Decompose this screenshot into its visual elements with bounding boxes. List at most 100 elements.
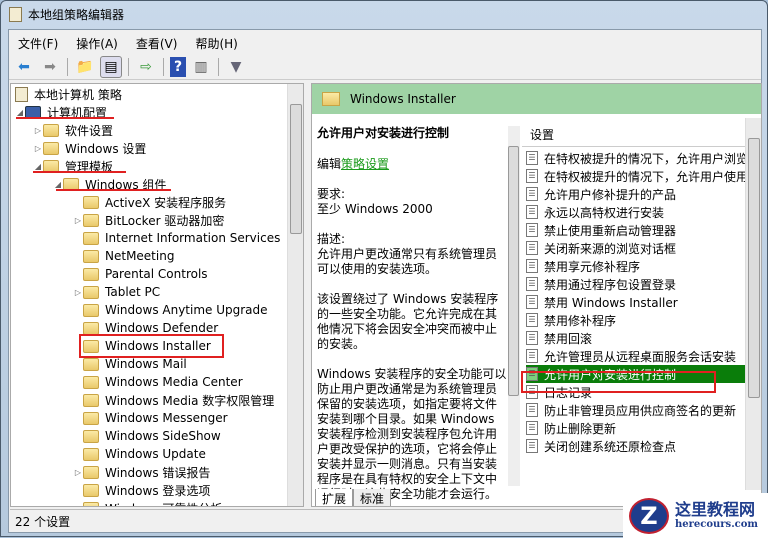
setting-row[interactable]: ☰ 防止删除更新 (526, 419, 748, 437)
setting-row[interactable]: ☰ 禁用修补程序 (526, 311, 748, 329)
folder-icon (83, 213, 99, 227)
tree-item-label: Windows 设置 (65, 141, 147, 156)
description-label: 描述: (317, 232, 346, 246)
export-list-icon[interactable]: ⇨ (135, 56, 157, 78)
setting-row[interactable]: ☰ 允许管理员从远程桌面服务会话安装 (526, 347, 748, 365)
tree-item-label: Windows Defender (105, 321, 219, 335)
pane-header: Windows Installer (312, 84, 761, 114)
collapsed-arrow-icon[interactable]: ▷ (73, 216, 83, 225)
tree-item[interactable]: ▷ BitLocker 驱动器加密 (73, 211, 224, 229)
help-icon[interactable]: ? (170, 56, 186, 77)
scroll-thumb[interactable] (508, 146, 519, 396)
tab-extended[interactable]: 扩展 (315, 489, 354, 506)
folder-icon (83, 447, 99, 461)
settings-list: ☰ 在特权被提升的情况下，允许用户浏览 ☰ 在特权被提升的情况下，允许用户使用 ☰ 允许用… (522, 146, 748, 504)
back-icon[interactable]: ⬅ (13, 56, 35, 78)
settings-scrollbar[interactable] (745, 118, 761, 490)
tree-item[interactable]: Windows 登录选项 (73, 481, 210, 499)
folder-icon (43, 123, 59, 137)
tree-item-label: Windows Mail (105, 357, 187, 371)
tree-item[interactable]: ▷ Windows 设置 (33, 139, 146, 157)
setting-row[interactable]: ☰ 永远以高特权进行安装 (526, 203, 748, 221)
edit-policy-link[interactable]: 策略设置 (341, 157, 389, 171)
tree-item[interactable]: ▷ Tablet PC (73, 283, 160, 301)
setting-row[interactable]: ☰ 禁用回滚 (526, 329, 748, 347)
tree-item[interactable]: Windows Messenger (73, 409, 228, 427)
collapsed-arrow-icon[interactable]: ▷ (73, 288, 83, 297)
setting-row[interactable]: ☰ 禁止使用重新启动管理器 (526, 221, 748, 239)
menu-file[interactable]: 文件(F) (9, 32, 67, 52)
divider (128, 57, 129, 76)
requirements-label: 要求: (317, 187, 346, 201)
policy-setting-icon: ☰ (526, 223, 538, 237)
tree-item[interactable]: Windows Update (73, 445, 206, 463)
folder-icon (83, 303, 99, 317)
policy-setting-icon: ☰ (526, 349, 538, 363)
policy-setting-icon: ☰ (526, 205, 538, 219)
description-scrollbar[interactable] (508, 126, 520, 486)
setting-row[interactable]: ☰ 禁用享元修补程序 (526, 257, 748, 275)
setting-label: 在特权被提升的情况下，允许用户使用 (544, 169, 748, 184)
toolbar: ⬅ ➡ 📁 ▤ ⇨ ? ▥ ▼ (9, 54, 761, 80)
policy-setting-icon: ☰ (526, 313, 538, 327)
scroll-thumb[interactable] (290, 104, 302, 234)
folder-icon (43, 141, 59, 155)
collapsed-arrow-icon[interactable]: ▷ (73, 468, 83, 477)
expanded-arrow-icon[interactable]: ◢ (33, 162, 43, 171)
forward-icon[interactable]: ➡ (39, 56, 61, 78)
menu-action[interactable]: 操作(A) (67, 32, 127, 52)
setting-row[interactable]: ☰ 关闭新来源的浏览对话框 (526, 239, 748, 257)
tree-item[interactable]: Internet Information Services (73, 229, 280, 247)
scroll-thumb[interactable] (748, 138, 760, 398)
up-folder-icon[interactable]: 📁 (74, 56, 96, 78)
tab-standard[interactable]: 标准 (353, 489, 392, 506)
tree-item[interactable]: Windows 可靠性分析 (73, 499, 222, 506)
window-title: 本地组策略编辑器 (28, 8, 125, 22)
setting-row[interactable]: ☰ 防止非管理员应用供应商签名的更新 (526, 401, 748, 419)
menu-help[interactable]: 帮助(H) (186, 32, 246, 52)
show-action-pane-icon[interactable]: ▥ (190, 56, 212, 78)
policy-title: 允许用户对安装进行控制 (317, 126, 450, 140)
folder-icon (83, 195, 99, 209)
settings-column-header[interactable]: 设置 (530, 126, 554, 143)
tree-item[interactable]: ▷ 软件设置 (33, 121, 113, 139)
setting-label: 允许管理员从远程桌面服务会话安装 (544, 349, 737, 364)
expanded-arrow-icon[interactable]: ◢ (15, 108, 25, 117)
setting-row[interactable]: ☰ 关闭创建系统还原检查点 (526, 437, 748, 455)
setting-label: 禁用回滚 (544, 331, 593, 346)
folder-icon (83, 249, 99, 263)
policy-setting-icon: ☰ (526, 403, 538, 417)
expanded-arrow-icon[interactable]: ◢ (53, 180, 63, 189)
folder-icon (83, 267, 99, 281)
tree-item[interactable]: ActiveX 安装程序服务 (73, 193, 226, 211)
tree-item[interactable]: Windows Media Center (73, 373, 243, 391)
tree-item[interactable]: Windows Media 数字权限管理 (73, 391, 274, 409)
show-hide-tree-icon[interactable]: ▤ (100, 55, 122, 78)
folder-icon (83, 465, 99, 479)
tree-item[interactable]: Windows SideShow (73, 427, 221, 445)
setting-label: 禁用通过程序包设置登录 (544, 277, 677, 292)
tree-item[interactable]: Parental Controls (73, 265, 208, 283)
annotation-underline (33, 171, 126, 173)
setting-row[interactable]: ☰ 禁用通过程序包设置登录 (526, 275, 748, 293)
setting-row[interactable]: ☰ 在特权被提升的情况下，允许用户浏览 (526, 149, 748, 167)
watermark-logo: Z 这里教程网 herecours.com (623, 493, 768, 538)
setting-row[interactable]: ☰ 允许用户修补提升的产品 (526, 185, 748, 203)
tree-item[interactable]: NetMeeting (73, 247, 174, 265)
divider (67, 57, 68, 76)
filter-icon[interactable]: ▼ (225, 56, 247, 78)
tree-root[interactable]: 本地计算机 策略 (15, 85, 122, 103)
collapsed-arrow-icon[interactable]: ▷ (33, 126, 43, 135)
collapsed-arrow-icon[interactable]: ▷ (33, 144, 43, 153)
tree-item-label: Windows 错误报告 (105, 465, 211, 480)
folder-icon (83, 231, 99, 245)
tree-item[interactable]: Windows Anytime Upgrade (73, 301, 268, 319)
setting-label: 禁用享元修补程序 (544, 259, 641, 274)
tree-item[interactable]: ▷ Windows 错误报告 (73, 463, 210, 481)
description-panel: 允许用户对安装进行控制 编辑策略设置 要求: 至少 Windows 2000 描述… (317, 126, 507, 506)
setting-row[interactable]: ☰ 禁用 Windows Installer (526, 293, 748, 311)
tree-scrollbar[interactable] (287, 84, 303, 506)
menu-view[interactable]: 查看(V) (127, 32, 187, 52)
setting-row[interactable]: ☰ 在特权被提升的情况下，允许用户使用 (526, 167, 748, 185)
tree-item-label: ActiveX 安装程序服务 (105, 195, 227, 210)
